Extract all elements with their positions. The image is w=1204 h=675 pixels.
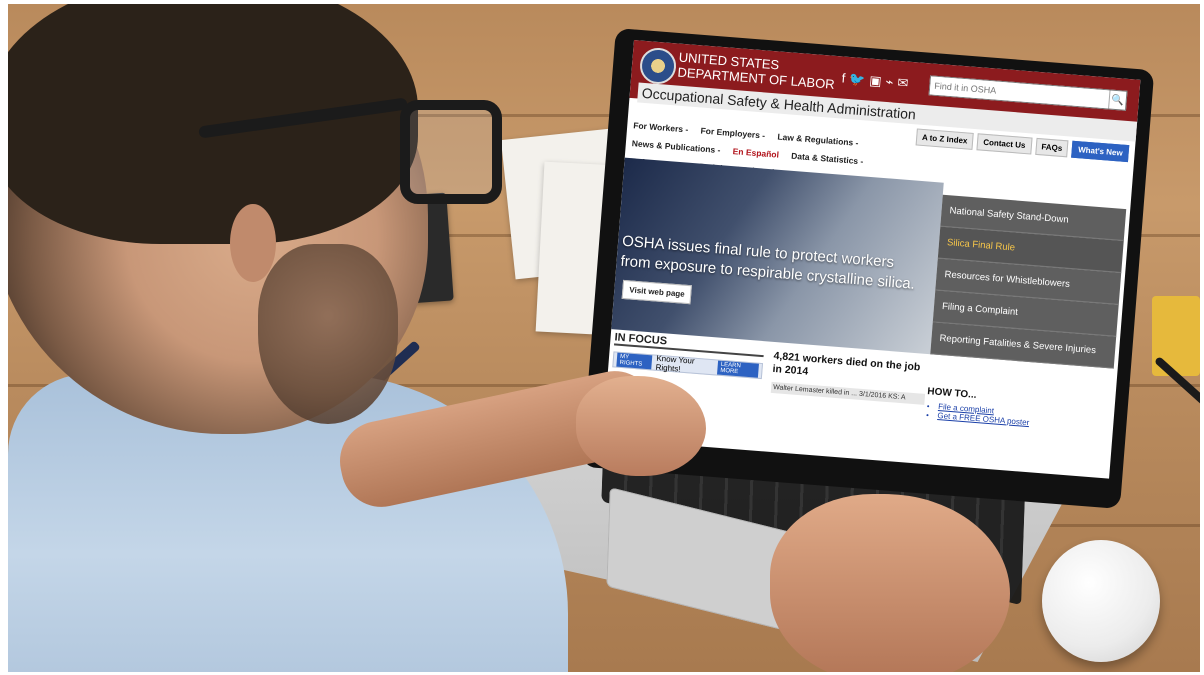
dol-seal-icon (638, 46, 678, 86)
know-your-rights-text: Know Your Rights! (655, 353, 695, 374)
twitter-icon[interactable]: 🐦 (849, 71, 870, 88)
side-menu: National Safety Stand-Down Silica Final … (930, 194, 1127, 369)
contact-us-link[interactable]: Contact Us (976, 133, 1033, 155)
person-ear (230, 204, 276, 282)
search-input[interactable] (929, 76, 1110, 109)
person-beard (258, 244, 398, 424)
agency-name[interactable]: UNITED STATES DEPARTMENT OF LABOR (677, 50, 836, 92)
left-hand (576, 376, 706, 476)
glasses (400, 100, 502, 204)
faqs-link[interactable]: FAQs (1034, 137, 1069, 158)
nav-en-espanol[interactable]: En Español (732, 146, 779, 160)
nav-for-employers[interactable]: For Employers - (700, 126, 765, 141)
social-links: f🐦▣⌁✉ (841, 70, 913, 92)
my-rights-pill: MY RIGHTS (616, 352, 653, 370)
hero-banner: OSHA issues final rule to protect worker… (611, 157, 944, 355)
visit-web-page-button[interactable]: Visit web page (621, 279, 693, 305)
whats-new-link[interactable]: What's New (1071, 140, 1130, 163)
learn-more-button[interactable]: LEARN MORE (716, 360, 759, 378)
computer-mouse (1042, 540, 1160, 662)
email-icon[interactable]: ✉ (897, 75, 913, 91)
photo-scene: UNITED STATES DEPARTMENT OF LABOR f🐦▣⌁✉ … (8, 4, 1200, 672)
search-icon[interactable]: 🔍 (1108, 90, 1127, 110)
nav-data-statistics[interactable]: Data & Statistics - (791, 151, 864, 167)
in-focus-banner[interactable]: MY RIGHTS Know Your Rights! LEARN MORE (612, 351, 764, 380)
fatality-stat-headline: 4,821 workers died on the job in 2014 (772, 349, 921, 378)
search-box: 🔍 (928, 75, 1128, 111)
nav-law-regulations[interactable]: Law & Regulations - (777, 132, 859, 148)
nav-for-workers[interactable]: For Workers - (633, 120, 689, 134)
instagram-icon[interactable]: ▣ (869, 73, 886, 89)
how-to-section: HOW TO... File a complaint Get a FREE OS… (925, 386, 1107, 433)
